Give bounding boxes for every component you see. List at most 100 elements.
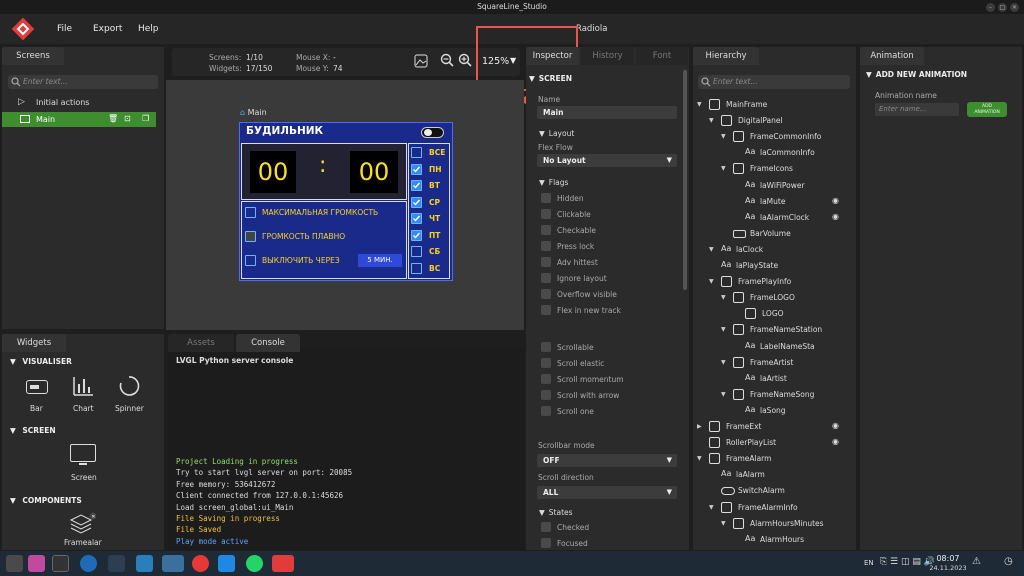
expand-icon[interactable]: ▼ — [709, 246, 714, 253]
expand-icon[interactable]: ▼ — [709, 117, 714, 124]
hierarchy-item[interactable]: Aa laAlarm — [709, 469, 847, 482]
hierarchy-item[interactable]: Aa laAlarmClock — [733, 212, 847, 225]
tab-font[interactable]: Font — [636, 47, 688, 65]
yandex-browser-icon[interactable] — [192, 555, 209, 572]
inspector-scrollbar[interactable] — [683, 70, 687, 290]
scroll-flag-checkbox[interactable] — [541, 342, 551, 352]
name-input[interactable]: Main — [537, 106, 677, 119]
hierarchy-item[interactable]: Aa laArtist — [733, 373, 847, 386]
day-checkbox[interactable] — [411, 213, 422, 224]
scroll-flag-checkbox[interactable] — [541, 358, 551, 368]
expand-icon[interactable]: ▼ — [721, 520, 726, 527]
hierarchy-item[interactable]: SwitchAlarm — [709, 485, 847, 498]
hierarchy-item[interactable]: ▶ FrameExt — [697, 421, 847, 434]
hours-display[interactable]: 00 — [250, 151, 296, 193]
notification-icon[interactable]: ⚠ — [972, 556, 981, 567]
bar-widget-icon[interactable] — [26, 380, 48, 394]
minutes-display[interactable]: 00 — [350, 151, 398, 193]
scrollbar-mode-dropdown[interactable]: OFF ▼ — [537, 454, 677, 467]
flag-checkbox[interactable] — [541, 305, 551, 315]
flags-section[interactable]: ▼ Flags — [539, 178, 568, 187]
screens-search-input[interactable]: Enter text... — [8, 75, 158, 89]
hierarchy-item[interactable]: Aa laPlayState — [709, 260, 847, 273]
expand-icon[interactable]: ▼ — [721, 294, 726, 301]
day-checkbox[interactable] — [411, 229, 422, 241]
add-animation-button[interactable]: ADD ANIMATION — [967, 102, 1007, 117]
tab-assets[interactable]: Assets — [168, 334, 234, 352]
squareline-app-icon[interactable] — [272, 555, 294, 572]
expand-icon[interactable]: ▼ — [709, 504, 714, 511]
animation-name-input[interactable]: Enter name... — [875, 103, 959, 116]
close-button[interactable]: ✕ — [1010, 3, 1019, 12]
screen-widget-icon[interactable] — [70, 444, 96, 462]
hierarchy-item[interactable]: Aa LabelNameSta — [733, 341, 847, 354]
hierarchy-item[interactable]: BarVolume — [721, 228, 847, 241]
flag-checkbox[interactable] — [541, 257, 551, 267]
hierarchy-item[interactable]: ▼ FrameAlarm — [697, 453, 847, 466]
scroll-flag-checkbox[interactable] — [541, 374, 551, 384]
tab-screens[interactable]: Screens — [2, 47, 64, 65]
scroll-direction-dropdown[interactable]: ALL ▼ — [537, 486, 677, 499]
hierarchy-item[interactable]: Aa laMute — [733, 196, 847, 209]
tab-history[interactable]: History — [581, 47, 634, 65]
terminal-app-icon[interactable] — [52, 555, 69, 572]
keyboard-lang[interactable]: EN — [864, 559, 874, 567]
whatsapp-app-icon[interactable] — [246, 555, 263, 572]
max-volume-checkbox[interactable] — [245, 207, 256, 218]
tray-time[interactable]: 08:07 — [932, 554, 964, 563]
hierarchy-item[interactable]: Aa laSong — [733, 405, 847, 418]
tab-animation[interactable]: Animation — [860, 47, 924, 65]
vscode-app-icon[interactable] — [218, 555, 235, 572]
app-menu-icon[interactable] — [6, 555, 23, 572]
day-checkbox[interactable] — [411, 163, 422, 175]
files-app-icon[interactable] — [28, 555, 45, 572]
hierarchy-item[interactable]: ▼ MainFrame — [697, 99, 847, 112]
visibility-icon[interactable]: ◉ — [832, 196, 839, 205]
initial-actions-item[interactable]: ▷ Initial actions — [18, 97, 89, 107]
state-checkbox[interactable] — [541, 538, 551, 548]
hierarchy-item[interactable]: ▼ AlarmHoursMinutes — [721, 517, 847, 531]
hierarchy-item[interactable]: ▼ FrameCommonInfo — [721, 131, 847, 144]
turn-off-checkbox[interactable] — [245, 255, 256, 266]
expand-icon[interactable]: ▼ — [697, 455, 702, 462]
visibility-icon[interactable]: ◉ — [832, 437, 839, 446]
store-app-icon[interactable] — [136, 555, 153, 572]
expand-icon[interactable]: ▼ — [721, 165, 726, 172]
tab-console[interactable]: Console — [236, 334, 300, 352]
expand-icon[interactable]: ▼ — [721, 391, 726, 398]
calendar-icon[interactable]: ◷ — [1004, 556, 1013, 567]
menu-export[interactable]: Export — [93, 24, 122, 34]
menu-help[interactable]: Help — [138, 24, 159, 34]
day-checkbox[interactable] — [411, 246, 422, 257]
expand-icon[interactable]: ▼ — [721, 326, 726, 333]
hierarchy-item[interactable]: RollerPlayList — [697, 437, 847, 450]
lock-icon[interactable]: ⊡ — [124, 114, 131, 123]
hierarchy-item[interactable]: Aa laWiFiPower — [733, 180, 847, 193]
day-checkbox[interactable] — [411, 180, 422, 191]
expand-icon[interactable]: ▼ — [721, 133, 726, 140]
layout-section[interactable]: ▼ Layout — [539, 129, 574, 138]
tab-hierarchy[interactable]: Hierarchy — [693, 47, 759, 65]
expand-icon[interactable]: ▶ — [697, 423, 702, 430]
hierarchy-item[interactable]: ▼ FrameLOGO — [721, 292, 847, 305]
flag-checkbox[interactable] — [541, 273, 551, 283]
hierarchy-item[interactable]: Aa AlarmHours — [733, 534, 847, 547]
hierarchy-item[interactable]: ▼ FrameAlarmInfo — [709, 501, 847, 515]
image-view-icon[interactable] — [414, 54, 428, 68]
flag-checkbox[interactable] — [541, 193, 551, 203]
minutes-button[interactable]: 5 МИН. — [358, 254, 402, 267]
hierarchy-item[interactable]: ▼ FramePlayInfo — [709, 276, 847, 289]
hierarchy-item[interactable]: ▼ FrameNameStation — [721, 324, 847, 337]
visibility-icon[interactable]: ◉ — [832, 421, 839, 430]
hierarchy-item[interactable]: ▼ FrameNameSong — [721, 388, 847, 402]
zoom-out-icon[interactable] — [440, 53, 455, 68]
day-checkbox[interactable] — [411, 147, 422, 158]
expand-icon[interactable]: ▼ — [709, 278, 714, 285]
flag-checkbox[interactable] — [541, 209, 551, 219]
layers-component-icon[interactable]: ✕ — [68, 512, 97, 536]
hierarchy-item[interactable]: ▼ FrameArtist — [721, 356, 847, 370]
states-section[interactable]: ▼ States — [539, 508, 573, 517]
maximize-button[interactable]: □ — [998, 3, 1007, 12]
alarm-switch[interactable] — [421, 127, 444, 138]
expand-icon[interactable]: ▼ — [721, 359, 726, 366]
